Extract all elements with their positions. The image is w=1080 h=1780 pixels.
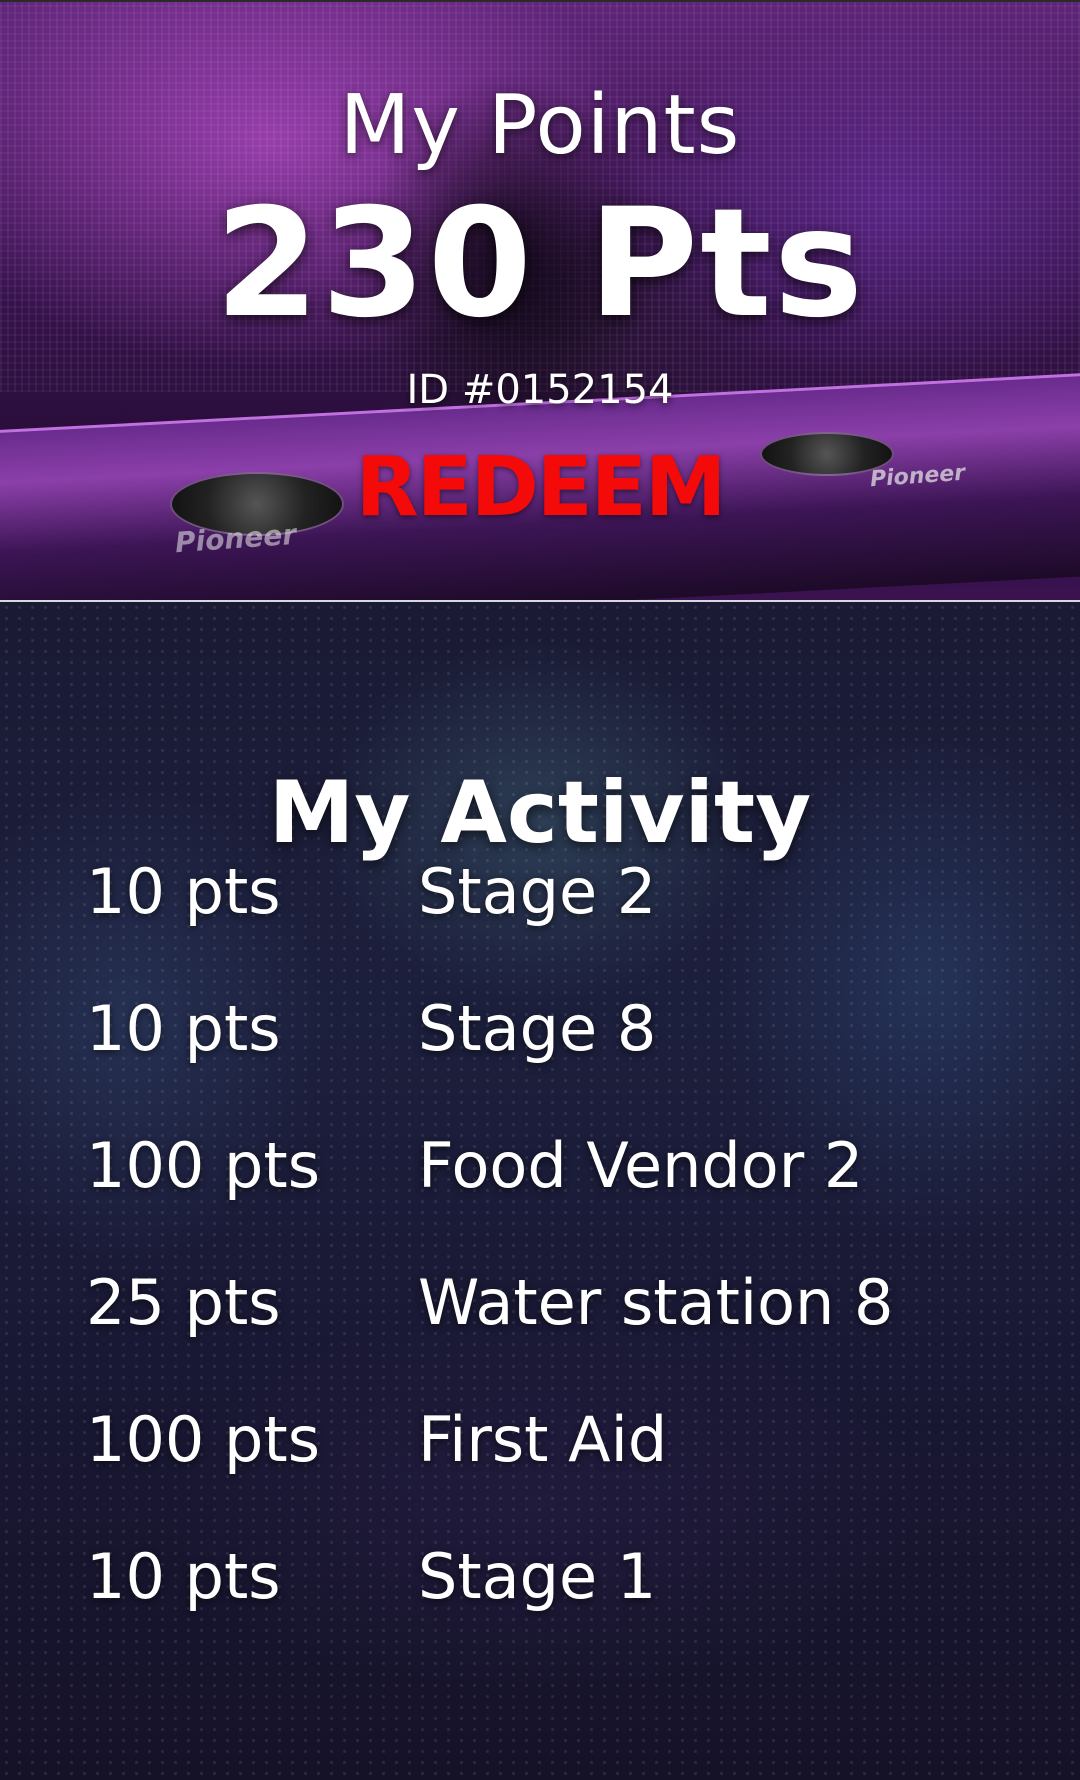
activity-row: 10 pts Stage 1 xyxy=(0,1537,1080,1674)
activity-location: First Aid xyxy=(418,1403,668,1476)
points-heading: My Points xyxy=(339,78,741,173)
activity-points: 10 pts xyxy=(86,855,281,928)
redeem-button[interactable]: REDEEM xyxy=(340,440,740,536)
activity-location: Water station 8 xyxy=(418,1266,894,1339)
activity-points: 100 pts xyxy=(86,1129,321,1202)
points-hero: Pioneer Pioneer My Points 230 Pts ID #01… xyxy=(0,0,1080,602)
activity-points: 100 pts xyxy=(86,1403,321,1476)
activity-section: My Activity 10 pts Stage 2 10 pts Stage … xyxy=(0,602,1080,1780)
points-summary: My Points 230 Pts ID #0152154 REDEEM xyxy=(0,2,1080,602)
points-total: 230 Pts xyxy=(214,177,866,351)
activity-row: 100 pts First Aid xyxy=(0,1400,1080,1537)
activity-location: Stage 2 xyxy=(418,855,657,928)
activity-row: 25 pts Water station 8 xyxy=(0,1263,1080,1400)
points-screen: Pioneer Pioneer My Points 230 Pts ID #01… xyxy=(0,0,1080,1780)
activity-location: Food Vendor 2 xyxy=(418,1129,864,1202)
activity-points: 10 pts xyxy=(86,992,281,1065)
activity-location: Stage 8 xyxy=(418,992,657,1065)
activity-row: 10 pts Stage 2 xyxy=(0,852,1080,989)
activity-row: 10 pts Stage 8 xyxy=(0,989,1080,1126)
activity-location: Stage 1 xyxy=(418,1540,657,1613)
activity-heading: My Activity xyxy=(268,763,812,864)
activity-list: 10 pts Stage 2 10 pts Stage 8 100 pts Fo… xyxy=(0,852,1080,1674)
member-id: ID #0152154 xyxy=(406,367,674,413)
activity-points: 25 pts xyxy=(86,1266,281,1339)
activity-points: 10 pts xyxy=(86,1540,281,1613)
activity-row: 100 pts Food Vendor 2 xyxy=(0,1126,1080,1263)
